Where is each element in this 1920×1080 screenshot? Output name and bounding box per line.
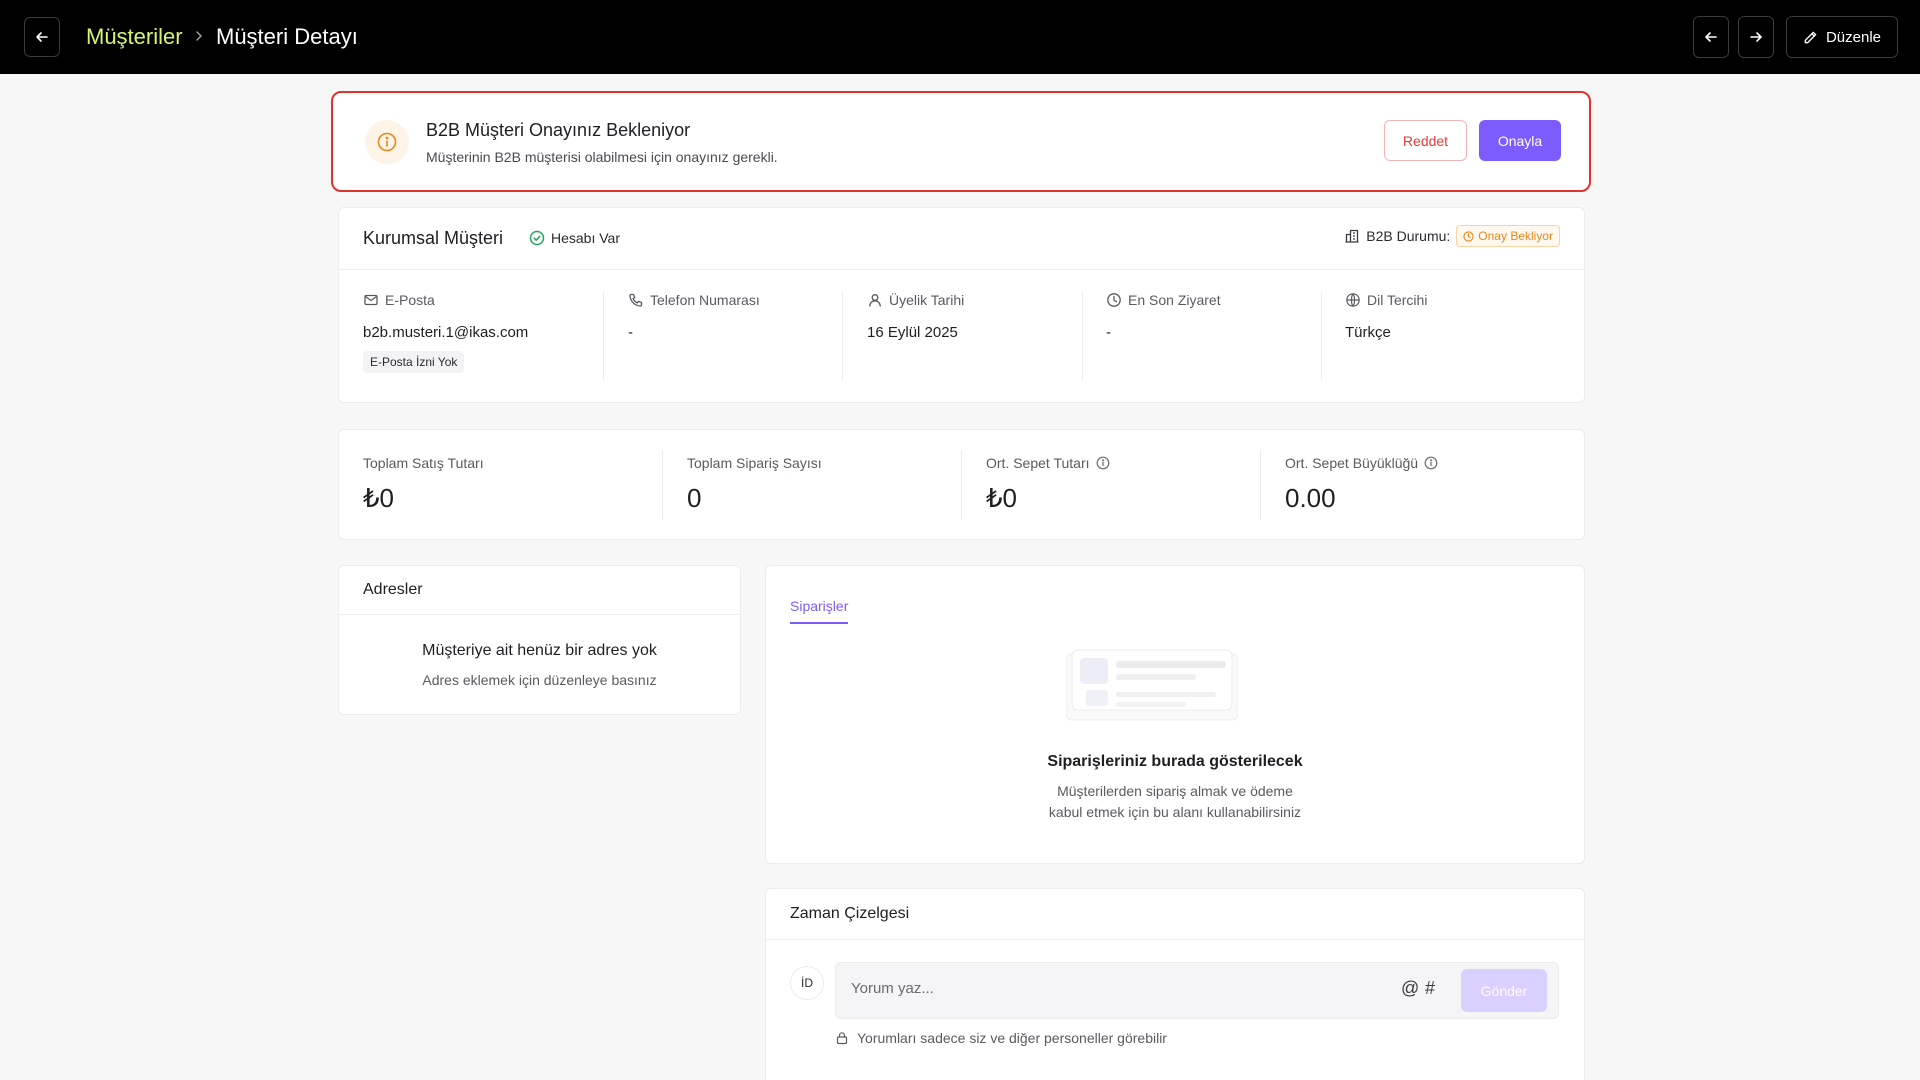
member-since-section: Üyelik Tarihi 16 Eylül 2025 [867,292,964,341]
clock-icon [1107,293,1121,307]
arrow-right-icon [1750,32,1762,42]
column-divider [603,292,604,380]
info-icon[interactable] [1096,456,1110,470]
stat-label: Ort. Sepet Büyüklüğü [1285,455,1419,471]
arrow-left-icon [36,32,48,42]
approve-button[interactable]: Onayla [1479,120,1561,161]
info-icon[interactable] [1424,456,1438,470]
addresses-empty-title: Müşteriye ait henüz bir adres yok [422,642,657,659]
edit-button[interactable]: Düzenle [1786,16,1898,58]
stat-value: 0 [687,483,702,513]
pencil-icon [1804,31,1817,43]
addresses-empty-subtitle: Adres eklemek için düzenleye basınız [422,672,657,688]
stats-card: Toplam Satış Tutarı ₺0 Toplam Sipariş Sa… [338,429,1585,540]
stat-value: 0.00 [1285,483,1336,513]
column-divider [1260,450,1261,520]
alert-title: B2B Müşteri Onayınız Bekleniyor [426,120,691,140]
stat-avg-basket-size: Ort. Sepet Büyüklüğü 0.00 [1285,455,1438,514]
empty-orders-illustration [1066,649,1238,721]
column-divider [842,292,843,380]
tab-orders[interactable]: Siparişler [790,598,849,624]
previous-customer-button[interactable] [1693,16,1729,58]
member-since-value: 16 Eylül 2025 [867,324,958,341]
send-button[interactable]: Gönder [1461,969,1547,1012]
phone-label: Telefon Numarası [650,292,760,308]
customer-name: Kurumsal Müşteri [363,228,504,248]
phone-value: - [628,324,633,341]
stat-label: Toplam Sipariş Sayısı [687,455,822,471]
language-section: Dil Tercihi Türkçe [1345,292,1427,341]
column-divider [1321,292,1322,380]
stat-value: ₺0 [986,483,1018,513]
timeline-title: Zaman Çizelgesi [790,905,910,922]
orders-card: Siparişler Siparişleriniz burada gösteri… [765,565,1585,864]
member-since-label: Üyelik Tarihi [889,292,965,308]
chevron-right-icon [196,31,203,41]
pending-approval-badge: Onay Bekliyor [1456,225,1560,247]
arrow-left-icon [1705,32,1717,42]
building-icon [1345,229,1359,243]
user-icon [869,294,881,307]
b2b-approval-alert: B2B Müşteri Onayınız Bekleniyor Müşterin… [331,91,1591,192]
email-section: E-Posta b2b.musteri.1@ikas.com E-Posta İ… [363,292,528,373]
check-circle-icon [529,230,545,246]
account-status-label: Hesabı Var [551,230,620,246]
language-label: Dil Tercihi [1367,292,1428,308]
stat-total-orders: Toplam Sipariş Sayısı 0 [687,455,822,514]
card-divider [339,614,740,615]
last-visit-label: En Son Ziyaret [1128,292,1221,308]
email-label: E-Posta [385,292,435,308]
clock-icon [1463,230,1474,242]
last-visit-value: - [1106,324,1111,341]
info-icon [365,120,409,164]
last-visit-section: En Son Ziyaret - [1106,292,1221,341]
email-permission-tag: E-Posta İzni Yok [363,351,465,373]
pending-approval-label: Onay Bekliyor [1478,229,1553,243]
b2b-status: B2B Durumu: Onay Bekliyor [1344,225,1560,247]
stat-value: ₺0 [363,483,395,513]
privacy-note: Yorumları sadece siz ve diğer personelle… [835,1030,1167,1046]
reject-button[interactable]: Reddet [1384,120,1467,161]
top-bar: Müşteriler Müşteri Detayı Düzenle [0,0,1920,74]
stat-avg-basket-amount: Ort. Sepet Tutarı ₺0 [986,455,1110,514]
orders-empty-line2: kabul etmek için bu alanı kullanabilirsi… [1048,804,1302,820]
column-divider [1082,292,1083,380]
page-title: Müşteri Detayı [216,24,358,49]
stat-label: Toplam Satış Tutarı [363,455,484,471]
b2b-status-label: B2B Durumu: [1366,228,1451,244]
email-value: b2b.musteri.1@ikas.com [363,324,529,341]
mention-button[interactable]: @ [1401,978,1419,999]
lock-icon [836,1032,848,1045]
alert-description: Müşterinin B2B müşterisi olabilmesi için… [426,149,778,165]
next-customer-button[interactable] [1738,16,1774,58]
stat-total-sales: Toplam Satış Tutarı ₺0 [363,455,484,514]
mail-icon [364,294,378,306]
card-divider [766,939,1584,940]
privacy-note-text: Yorumları sadece siz ve diğer personelle… [857,1030,1167,1046]
column-divider [662,450,663,520]
comment-box: @ # Gönder [835,962,1559,1019]
phone-icon [629,293,643,307]
breadcrumb-link-customers[interactable]: Müşteriler [86,24,183,50]
phone-section: Telefon Numarası - [628,292,760,341]
orders-empty-title: Siparişleriniz burada gösterilecek [1047,753,1303,770]
stat-label: Ort. Sepet Tutarı [986,455,1090,471]
back-button[interactable] [24,17,60,57]
customer-info-card: Kurumsal Müşteri Hesabı Var B2B Durumu: … [338,207,1585,403]
card-divider [339,269,1584,270]
addresses-title: Adresler [363,581,423,598]
comment-input[interactable] [851,980,1371,997]
orders-empty-line1: Müşterilerden sipariş almak ve ödeme [1057,783,1293,799]
avatar: İD [790,966,824,1000]
tag-button[interactable]: # [1425,978,1435,999]
language-value: Türkçe [1345,324,1391,341]
globe-icon [1346,293,1360,307]
timeline-card: Zaman Çizelgesi İD @ # Gönder Yorumları … [765,888,1585,1080]
edit-button-label: Düzenle [1825,28,1882,46]
account-status-badge: Hesabı Var [529,230,620,246]
column-divider [961,450,962,520]
addresses-card: Adresler Müşteriye ait henüz bir adres y… [338,565,741,715]
